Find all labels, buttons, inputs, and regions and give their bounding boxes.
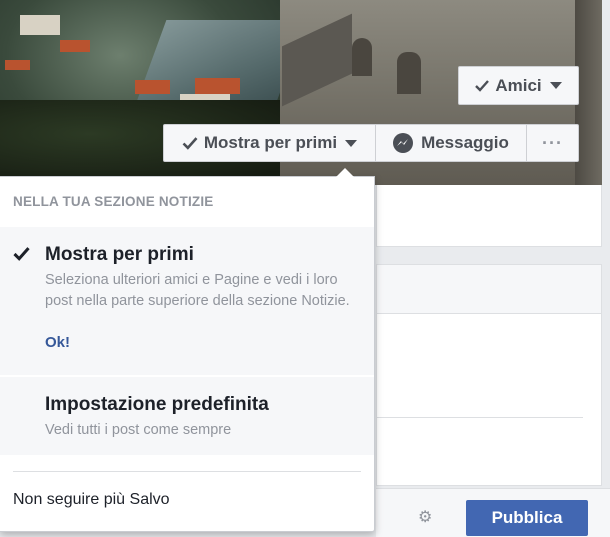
cover-roof — [60, 40, 90, 52]
option-title: Impostazione predefinita — [45, 394, 269, 415]
publish-button[interactable]: Pubblica — [466, 500, 588, 536]
option-description: Seleziona ulteriori amici e Pagine e ved… — [45, 272, 350, 309]
posts-card — [376, 264, 602, 486]
messenger-icon — [393, 133, 414, 153]
message-button-label: Messaggio — [421, 133, 509, 152]
intro-card — [376, 185, 602, 247]
check-icon — [475, 79, 490, 92]
see-first-button-label: Mostra per primi — [203, 133, 338, 152]
see-first-button[interactable]: Mostra per primi — [163, 124, 376, 162]
dropdown-header: NELLA TUA SEZIONE NOTIZIE — [13, 194, 214, 209]
chevron-down-icon — [345, 139, 358, 147]
option-see-first[interactable]: Mostra per primi Seleziona ulteriori ami… — [0, 227, 374, 375]
publish-button-label: Pubblica — [491, 508, 563, 527]
friends-button-label: Amici — [495, 75, 542, 95]
divider — [13, 471, 361, 472]
cover-roof — [135, 80, 170, 94]
gear-icon[interactable]: ⚙ — [418, 510, 432, 526]
divider — [377, 417, 583, 418]
see-first-dropdown: NELLA TUA SEZIONE NOTIZIE Mostra per pri… — [0, 168, 375, 532]
chevron-down-icon — [549, 82, 562, 89]
unfollow-item[interactable]: Non seguire più Salvo — [13, 491, 170, 509]
posts-card-header — [377, 265, 601, 314]
cover-roof — [195, 78, 240, 94]
cover-side-wall — [575, 0, 602, 185]
option-title: Mostra per primi — [45, 244, 194, 265]
more-icon: ··· — [542, 132, 563, 153]
cover-window — [397, 52, 421, 94]
option-default[interactable]: Impostazione predefinita Vedi tutti i po… — [0, 377, 374, 455]
option-description: Vedi tutti i post come sempre — [45, 422, 232, 438]
cover-window — [352, 38, 372, 76]
cover-house — [20, 15, 60, 35]
check-icon — [182, 136, 198, 150]
check-icon — [13, 247, 30, 261]
dropdown-notch — [336, 168, 354, 177]
ok-link[interactable]: Ok! — [45, 334, 70, 351]
more-options-button[interactable]: ··· — [526, 124, 579, 162]
friends-button[interactable]: Amici — [458, 66, 579, 105]
message-button[interactable]: Messaggio — [375, 124, 527, 162]
cover-roof — [5, 60, 30, 70]
